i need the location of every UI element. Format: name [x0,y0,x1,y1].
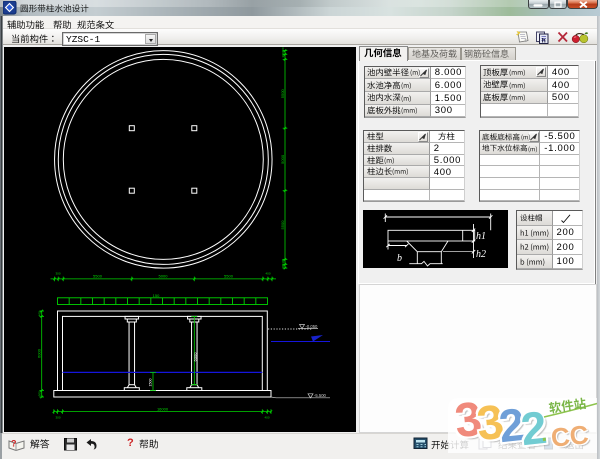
svg-text:b: b [397,253,402,264]
svg-text:?: ? [11,439,17,449]
svg-text:5000: 5000 [280,154,285,164]
svg-text:150: 150 [153,293,160,298]
svg-text:400: 400 [264,416,269,420]
svg-text:5500: 5500 [224,273,234,278]
svg-text:300: 300 [55,272,60,276]
svg-text:5000: 5000 [159,273,169,278]
svg-text:300400: 300400 [281,47,285,57]
svg-text:-5.500: -5.500 [314,393,327,398]
svg-text:h: h [542,38,546,45]
svg-text:6000: 6000 [37,348,42,358]
svg-text:300: 300 [55,416,60,420]
svg-text:-0.050: -0.050 [306,324,319,329]
svg-text:500: 500 [38,391,42,396]
svg-text:h1: h1 [476,231,486,242]
svg-text:5500: 5500 [280,89,285,99]
svg-text:5500: 5500 [280,220,285,230]
svg-text:400: 400 [38,311,42,316]
svg-text:400300: 400300 [281,258,285,268]
svg-text:6000: 6000 [192,352,197,362]
svg-text:5500: 5500 [93,273,103,278]
svg-text:400: 400 [265,272,270,276]
svg-text:16000: 16000 [157,406,169,411]
svg-text:1500: 1500 [149,379,153,387]
svg-text:h2: h2 [476,249,486,260]
